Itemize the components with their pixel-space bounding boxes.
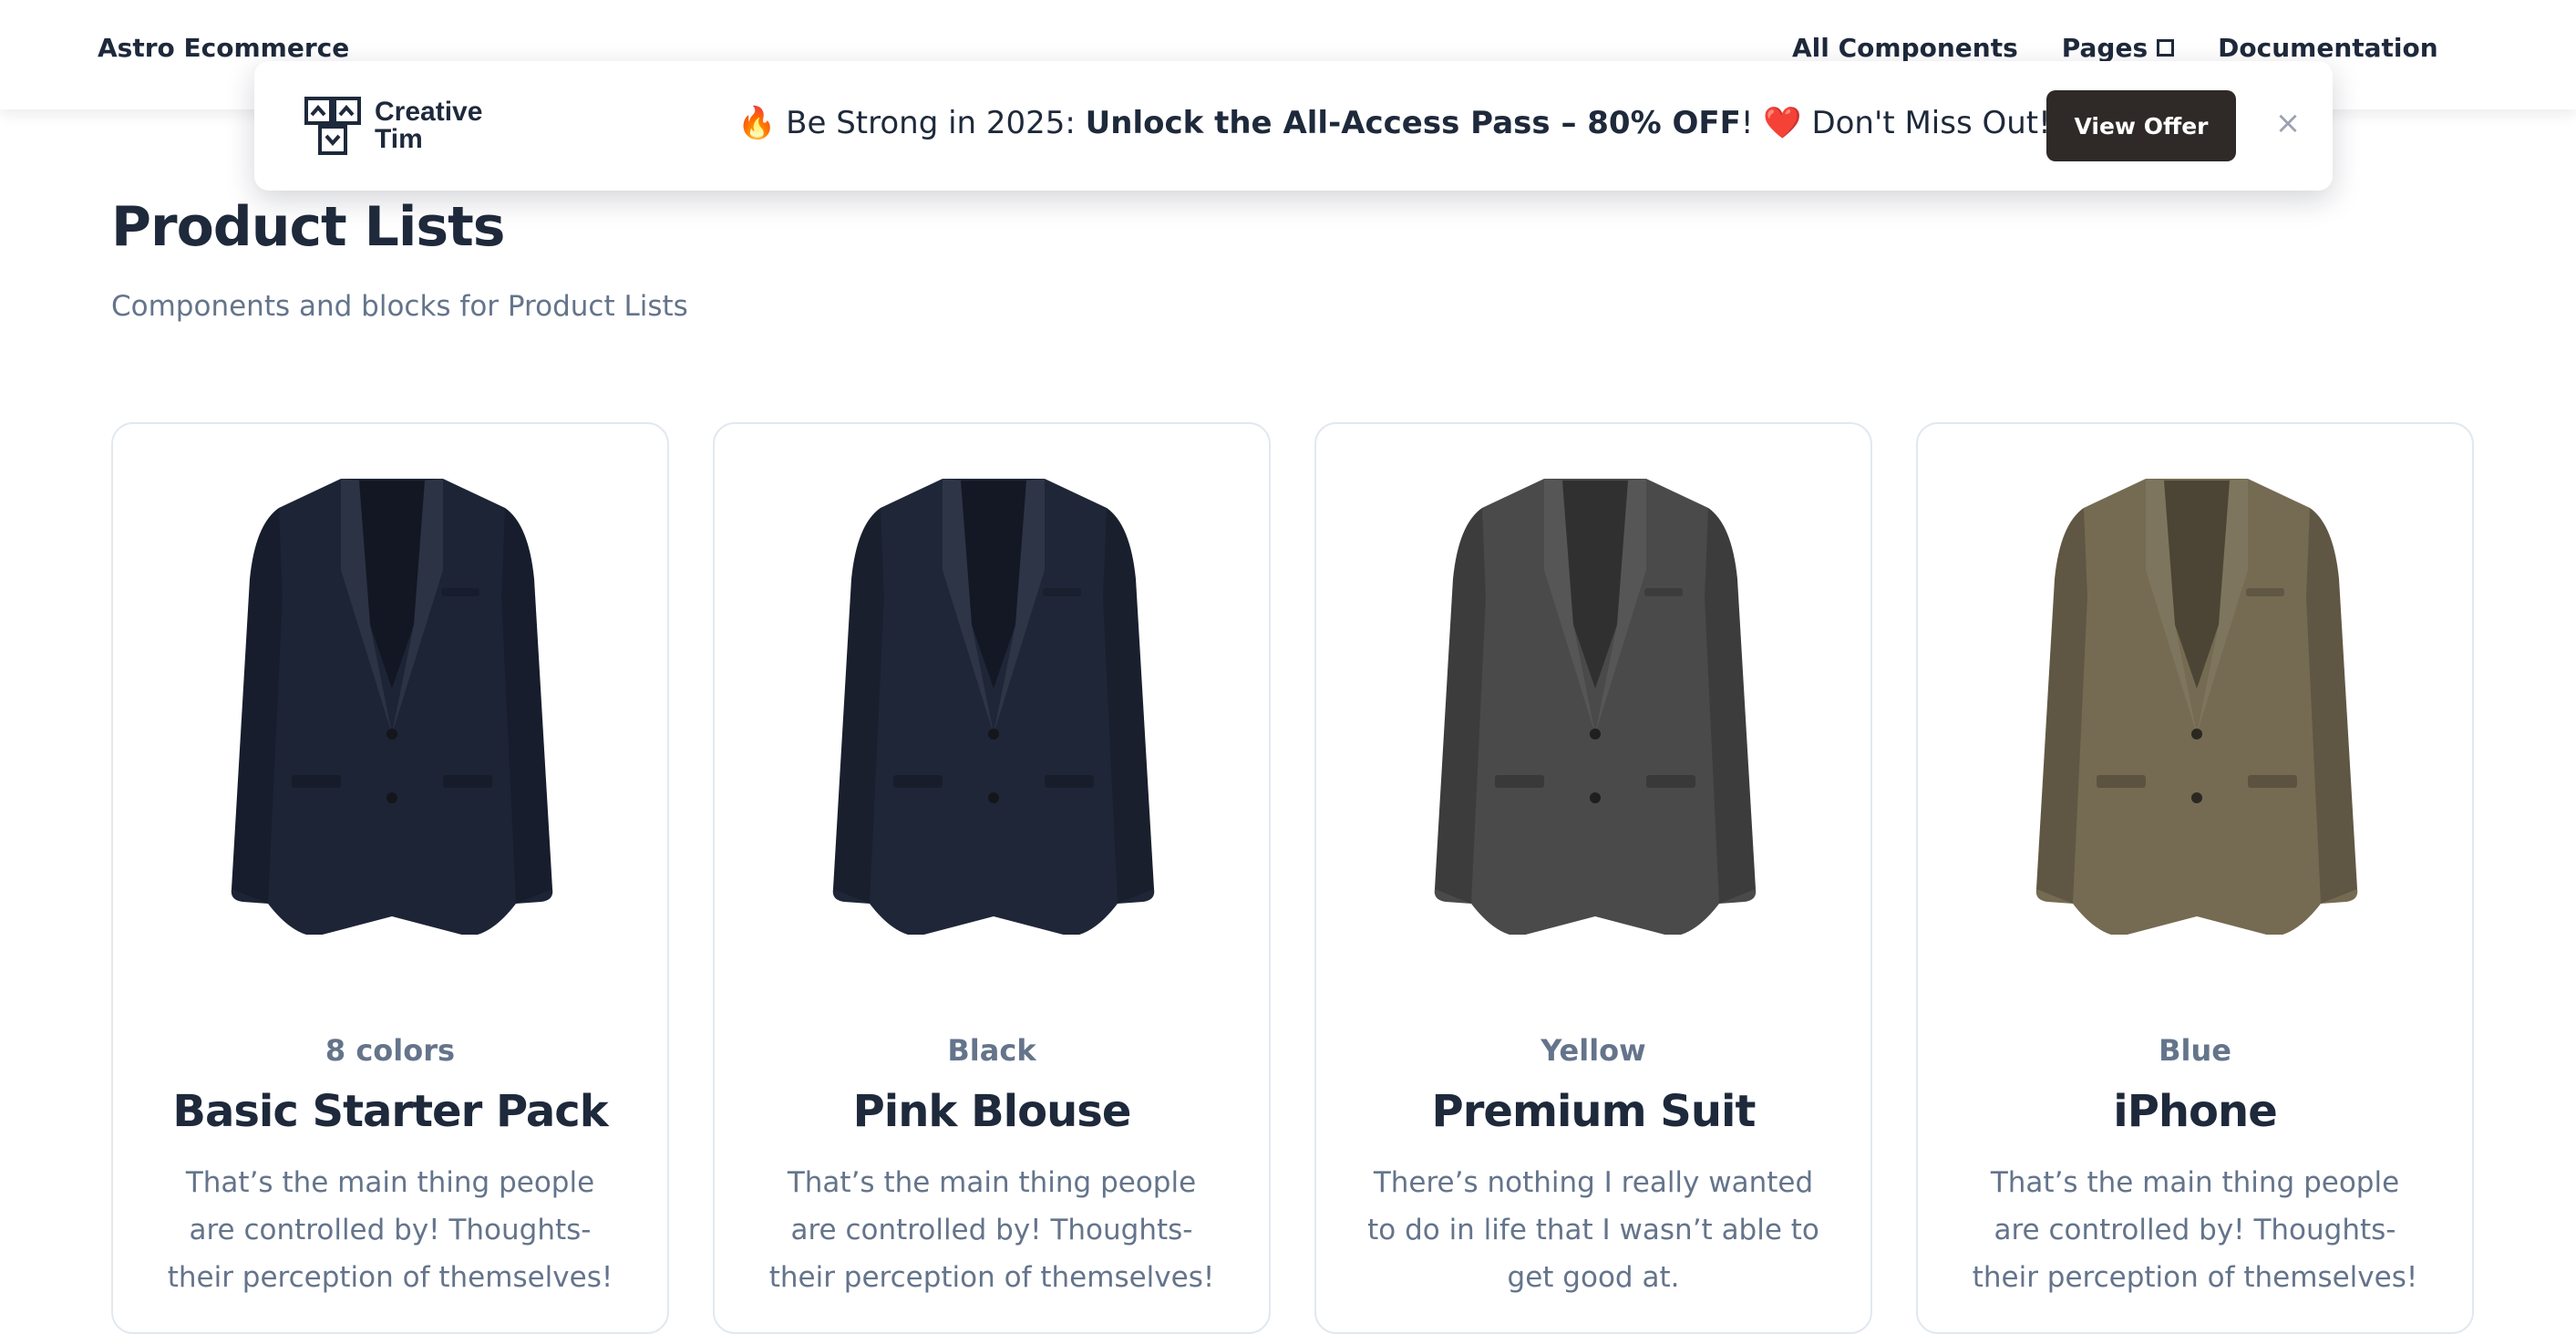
product-title[interactable]: iPhone <box>1918 1086 2472 1137</box>
nav-link-pages[interactable]: Pages <box>2061 33 2175 63</box>
product-description: That’s the main thing people are control… <box>768 1166 1215 1294</box>
product-grid: 8 colors Basic Starter Pack That’s the m… <box>111 422 2476 1334</box>
product-title[interactable]: Pink Blouse <box>715 1086 1269 1137</box>
nav-link-label: Documentation <box>2218 33 2438 63</box>
brand-link[interactable]: Astro Ecommerce <box>98 33 349 63</box>
product-title[interactable]: Premium Suit <box>1316 1086 1870 1137</box>
product-variant: Blue <box>2159 1033 2231 1068</box>
nav-links: All Components Pages Documentation <box>1792 33 2438 63</box>
promo-message: 🔥 Be Strong in 2025: Unlock the All-Acce… <box>737 105 2051 141</box>
product-image-jacket <box>1434 479 1757 935</box>
product-title[interactable]: Basic Starter Pack <box>113 1086 667 1137</box>
product-card[interactable]: 8 colors Basic Starter Pack That’s the m… <box>111 422 669 1334</box>
product-card[interactable]: Blue iPhone That’s the main thing people… <box>1916 422 2474 1334</box>
nav-link-label: All Components <box>1792 33 2018 63</box>
product-card[interactable]: Yellow Premium Suit There’s nothing I re… <box>1314 422 1872 1334</box>
promo-text-tail: ! ❤️ Don't Miss Out! <box>1740 105 2051 141</box>
nav-link-label: Pages <box>2061 33 2148 63</box>
page-subtitle: Components and blocks for Product Lists <box>111 290 688 323</box>
product-description: That’s the main thing people are control… <box>1972 1166 2418 1294</box>
dropdown-square-icon <box>2157 39 2175 57</box>
product-description: There’s nothing I really wanted to do in… <box>1367 1166 1819 1294</box>
product-variant: Black <box>947 1033 1036 1068</box>
promo-text-lead: 🔥 Be Strong in 2025: <box>737 105 1086 141</box>
close-icon[interactable]: × <box>2270 105 2306 141</box>
creative-tim-logo-icon <box>304 97 361 155</box>
product-variant: Yellow <box>1540 1033 1646 1068</box>
logo-line-1: Creative <box>375 97 483 127</box>
product-variant: 8 colors <box>325 1033 456 1068</box>
nav-link-all-components[interactable]: All Components <box>1792 33 2018 63</box>
view-offer-button[interactable]: View Offer <box>2046 90 2236 161</box>
nav-link-documentation[interactable]: Documentation <box>2218 33 2438 63</box>
product-image-jacket <box>231 479 553 935</box>
product-card[interactable]: Black Pink Blouse That’s the main thing … <box>713 422 1271 1334</box>
page-title: Product Lists <box>111 195 505 259</box>
product-image-jacket <box>2035 479 2358 935</box>
promo-text-highlight: Unlock the All-Access Pass – 80% OFF <box>1085 105 1741 141</box>
creative-tim-logo[interactable]: Creative Tim <box>304 96 482 156</box>
creative-tim-wordmark: Creative Tim <box>375 98 482 153</box>
product-image-jacket <box>832 479 1155 935</box>
promo-banner: Creative Tim 🔥 Be Strong in 2025: Unlock… <box>254 61 2333 191</box>
logo-line-2: Tim <box>375 124 423 154</box>
product-description: That’s the main thing people are control… <box>167 1166 613 1294</box>
